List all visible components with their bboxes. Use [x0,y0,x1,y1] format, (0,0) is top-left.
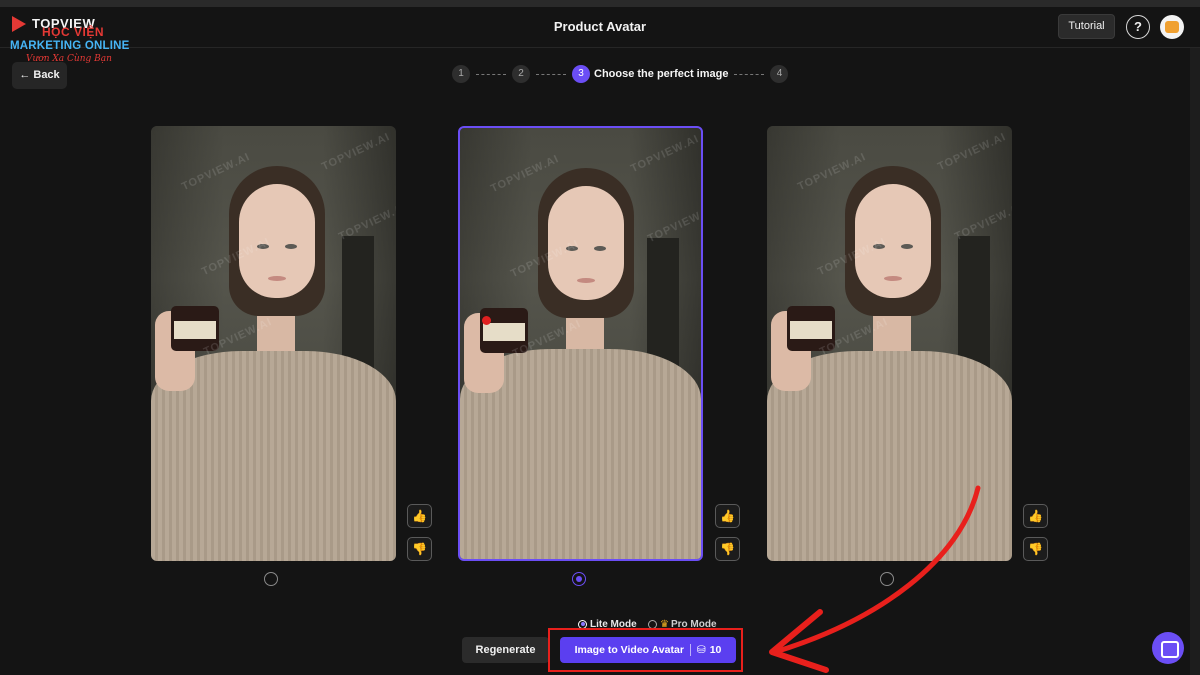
red-marker-dot [482,316,491,325]
chat-support-icon[interactable] [1152,632,1184,664]
face [239,184,315,298]
thumbs-down-icon[interactable]: 👎 [715,537,740,561]
step-4[interactable]: 4 [770,65,789,83]
step-connector [734,73,765,75]
page-title: Product Avatar [553,19,647,34]
jar-label [483,323,525,341]
eye [285,244,297,249]
eye [594,246,606,251]
regenerate-button[interactable]: Regenerate [462,637,549,663]
lips [268,276,286,281]
step-connector [476,73,506,75]
select-image-2-radio[interactable] [572,572,586,586]
select-image-1-radio[interactable] [264,572,278,586]
step-3[interactable]: 3 [572,65,590,83]
back-button[interactable]: ← Back [12,62,67,89]
annotation-highlight-box [548,628,743,672]
brand-overlay-text: HỌC VIỆN [42,25,105,39]
step-1[interactable]: 1 [452,65,470,83]
user-avatar[interactable] [1160,15,1184,39]
face [548,186,624,300]
arrow-left-icon: ← [19,69,34,81]
thumbs-up-icon[interactable]: 👍 [1023,504,1048,528]
play-logo-icon [12,16,26,32]
lips [884,276,902,281]
help-icon[interactable]: ? [1126,15,1150,39]
thumbs-up-icon[interactable]: 👍 [715,504,740,528]
tutorial-button[interactable]: Tutorial [1058,14,1115,39]
eye [901,244,913,249]
thumbs-down-icon[interactable]: 👎 [1023,537,1048,561]
browser-top-strip [0,0,1200,7]
thumbs-up-icon[interactable]: 👍 [407,504,432,528]
jar-label [174,321,216,339]
face [855,184,931,298]
step-connector [536,73,566,75]
step-2[interactable]: 2 [512,65,530,83]
thumbs-down-icon[interactable]: 👎 [407,537,432,561]
image-option-2[interactable]: TOPVIEW.AI TOPVIEW.AI TOPVIEW.AI TOPVIEW… [458,126,703,561]
jar-label [790,321,832,339]
image-option-1[interactable]: TOPVIEW.AI TOPVIEW.AI TOPVIEW.AI TOPVIEW… [151,126,396,561]
image-option-3[interactable]: TOPVIEW.AI TOPVIEW.AI TOPVIEW.AI TOPVIEW… [767,126,1012,561]
back-label: Back [33,69,60,81]
brand-name-text: MARKETING ONLINE [10,40,130,52]
watermark-logo: TOPVIEW HỌC VIỆN MARKETING ONLINE Vươn X… [8,12,138,66]
step-3-label: Choose the perfect image [594,68,729,80]
app-header: Product Avatar Tutorial ? [0,7,1200,48]
lips [577,278,595,283]
scrollbar[interactable] [1190,48,1200,675]
select-image-3-radio[interactable] [880,572,894,586]
step-progress: 1 2 3 Choose the perfect image 4 [452,65,789,83]
